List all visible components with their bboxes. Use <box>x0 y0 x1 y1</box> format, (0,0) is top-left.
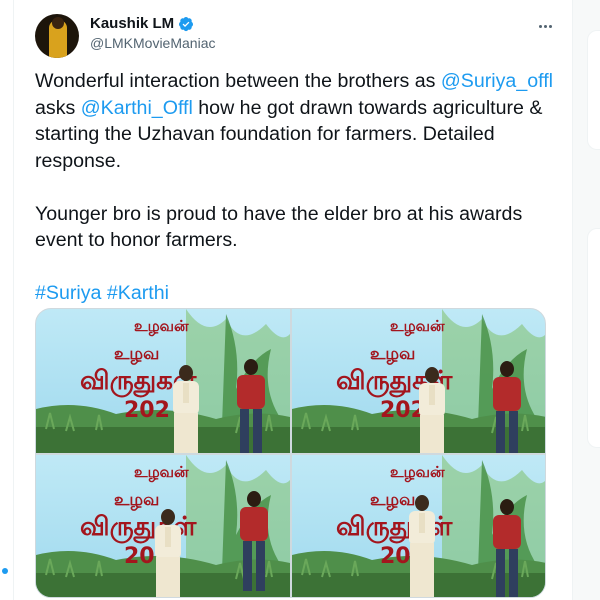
tweet: Kaushik LM @LMKMovieManiac Wonderful int… <box>15 0 572 600</box>
photo-image: உழவன் உழவ விருதுகள் 202 <box>36 455 290 597</box>
right-sidebar-edge <box>572 0 600 600</box>
tweet-paragraph: Wonderful interaction between the brothe… <box>35 68 555 174</box>
avatar[interactable] <box>35 14 79 58</box>
banner-text-line1: உழவ <box>114 490 159 510</box>
media-grid: உழவன் உழவ விருதுகள் 202 உழவன் உழவ விருது… <box>35 308 546 598</box>
more-options-icon[interactable] <box>534 16 556 36</box>
tweet-text: Wonderful interaction between the brothe… <box>35 68 555 307</box>
author-handle[interactable]: @LMKMovieManiac <box>90 35 215 51</box>
left-gutter <box>0 0 14 600</box>
tweet-photo[interactable]: உழவன் உழவ விருதுகள் 202 <box>36 455 290 597</box>
verified-badge-icon <box>179 16 194 31</box>
banner-text-logo: உழவன் <box>390 463 445 482</box>
tweet-photo[interactable]: உழவன் உழவ விருதுகள் 202 <box>292 455 545 597</box>
banner-text-line1: உழவ <box>370 490 415 510</box>
sidebar-card <box>587 228 600 448</box>
tweet-paragraph: #Suriya #Karthi <box>35 280 555 307</box>
banner-text-logo: உழவன் <box>390 317 445 336</box>
photo-image: உழவன் உழவ விருதுகள் 202 <box>292 455 545 597</box>
tweet-photo[interactable]: உழவன் உழவ விருதுகள் 202 <box>292 309 545 453</box>
author-name-row: Kaushik LM <box>90 15 194 32</box>
tweet-text-segment: Wonderful interaction between the brothe… <box>35 70 441 92</box>
photo-image: உழவன் உழவ விருதுகள் 202 <box>292 309 545 453</box>
sidebar-card <box>587 30 600 150</box>
tweet-photo[interactable]: உழவன் உழவ விருதுகள் 202 <box>36 309 290 453</box>
banner-text-line2: விருதுகள் <box>336 512 453 544</box>
banner-text-logo: உழவன் <box>134 463 189 482</box>
author-name[interactable]: Kaushik LM <box>90 15 174 32</box>
banner-text-line1: உழவ <box>370 344 415 364</box>
tweet-header: Kaushik LM @LMKMovieManiac <box>35 14 556 58</box>
tweet-text-segment: asks <box>35 96 81 119</box>
tweet-text-segment: Younger bro is proud to have the elder b… <box>35 202 523 252</box>
banner-text-line1: உழவ <box>114 344 159 364</box>
hashtag-link[interactable]: #Karthi <box>107 282 169 304</box>
hashtag-link[interactable]: #Suriya <box>35 282 101 304</box>
banner-text-year: 202 <box>124 398 170 423</box>
banner-text-logo: உழவன் <box>134 317 189 336</box>
gutter-indicator <box>2 568 8 574</box>
mention-link[interactable]: @Suriya_offl <box>441 70 553 92</box>
mention-link[interactable]: @Karthi_Offl <box>81 97 193 119</box>
photo-image: உழவன் உழவ விருதுகள் 202 <box>36 309 290 453</box>
tweet-paragraph: Younger bro is proud to have the elder b… <box>35 201 555 254</box>
